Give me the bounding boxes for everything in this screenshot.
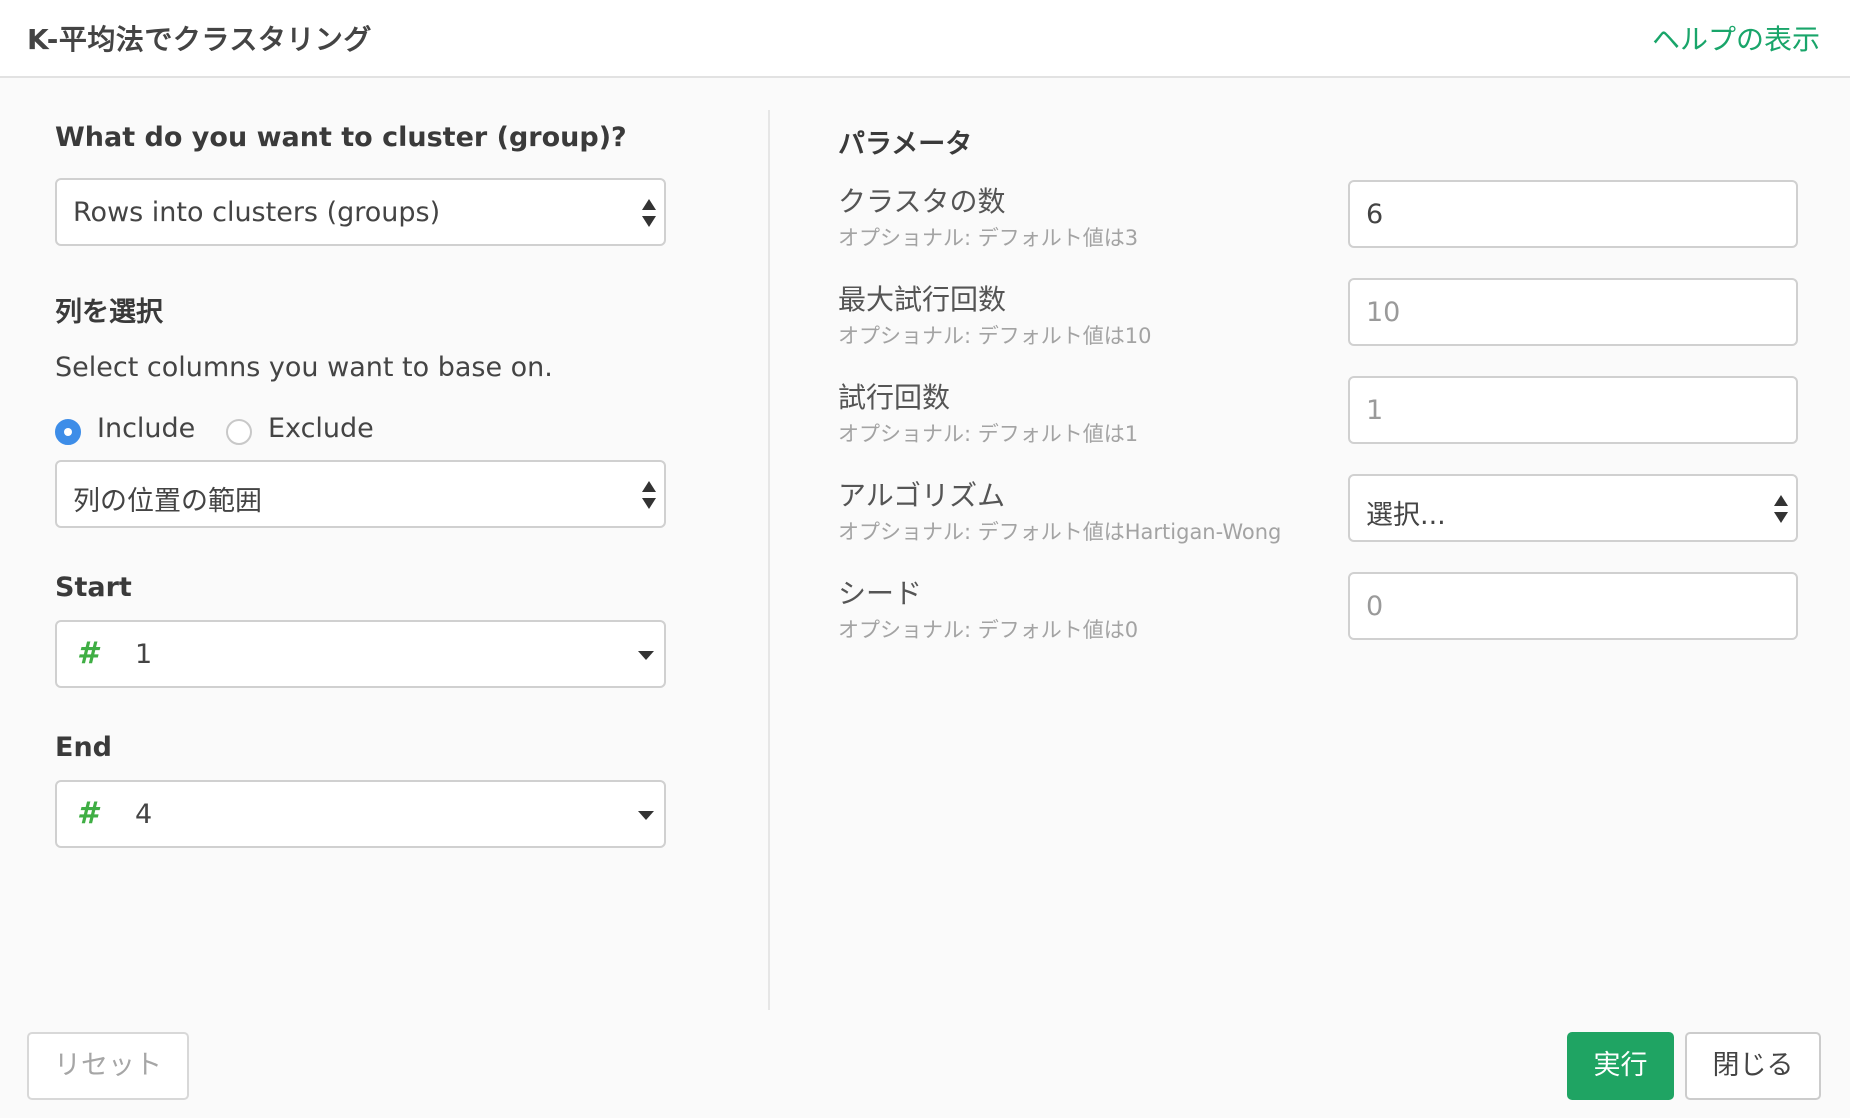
start-label: Start: [55, 572, 132, 603]
select-updown-icon: [1774, 494, 1788, 524]
chevron-down-icon: [638, 651, 654, 660]
start-column-dropdown[interactable]: # 1: [55, 620, 666, 688]
dialog-header: K-平均法でクラスタリング ヘルプの表示: [0, 0, 1850, 78]
algorithm-value: 選択...: [1366, 500, 1446, 531]
number-column-icon: #: [77, 636, 98, 671]
select-updown-icon: [642, 198, 656, 228]
column-section-title: 列を選択: [55, 297, 163, 328]
param-label-algorithm: アルゴリズム: [838, 479, 1006, 512]
max-iterations-input[interactable]: 10: [1348, 278, 1798, 346]
cluster-target-select[interactable]: Rows into clusters (groups): [55, 178, 666, 246]
help-link[interactable]: ヘルプの表示: [1652, 18, 1820, 58]
select-updown-icon: [642, 480, 656, 510]
param-label-num-clusters: クラスタの数: [838, 185, 1006, 218]
kmeans-dialog: K-平均法でクラスタリング ヘルプの表示 What do you want to…: [0, 0, 1850, 1118]
param-hint-seed: オプショナル: デフォルト値は0: [838, 618, 1139, 642]
column-instruction: Select columns you want to base on.: [55, 352, 553, 383]
close-button[interactable]: 閉じる: [1685, 1032, 1821, 1100]
params-title: パラメータ: [838, 129, 973, 160]
radio-include[interactable]: [55, 419, 81, 445]
param-hint-num-clusters: オプショナル: デフォルト値は3: [838, 226, 1139, 250]
dialog-title: K-平均法でクラスタリング: [27, 23, 372, 56]
end-column-value: 4: [135, 799, 153, 830]
param-label-max-iterations: 最大試行回数: [838, 283, 1007, 316]
max-iterations-placeholder: 10: [1366, 297, 1401, 328]
radio-exclude-label: Exclude: [268, 413, 374, 444]
num-clusters-value: 6: [1366, 199, 1384, 230]
cluster-target-value: Rows into clusters (groups): [73, 197, 441, 228]
reset-button[interactable]: リセット: [27, 1032, 189, 1100]
run-button[interactable]: 実行: [1567, 1032, 1674, 1100]
cluster-question-label: What do you want to cluster (group)?: [55, 122, 627, 153]
param-label-num-starts: 試行回数: [838, 381, 951, 414]
column-divider: [768, 110, 770, 1010]
seed-input[interactable]: 0: [1348, 572, 1798, 640]
column-mode-select[interactable]: 列の位置の範囲: [55, 460, 666, 528]
param-hint-max-iterations: オプショナル: デフォルト値は10: [838, 324, 1152, 348]
radio-include-label: Include: [97, 413, 196, 444]
param-hint-algorithm: オプショナル: デフォルト値はHartigan-Wong: [838, 520, 1282, 544]
end-label: End: [55, 732, 112, 763]
param-hint-num-starts: オプショナル: デフォルト値は1: [838, 422, 1139, 446]
chevron-down-icon: [638, 811, 654, 820]
num-starts-placeholder: 1: [1366, 395, 1384, 426]
column-mode-value: 列の位置の範囲: [73, 486, 262, 517]
num-clusters-input[interactable]: 6: [1348, 180, 1798, 248]
num-starts-input[interactable]: 1: [1348, 376, 1798, 444]
start-column-value: 1: [135, 639, 153, 670]
radio-exclude[interactable]: [226, 419, 252, 445]
param-label-seed: シード: [838, 577, 923, 610]
seed-placeholder: 0: [1366, 591, 1384, 622]
end-column-dropdown[interactable]: # 4: [55, 780, 666, 848]
algorithm-select[interactable]: 選択...: [1348, 474, 1798, 542]
number-column-icon: #: [77, 796, 98, 831]
